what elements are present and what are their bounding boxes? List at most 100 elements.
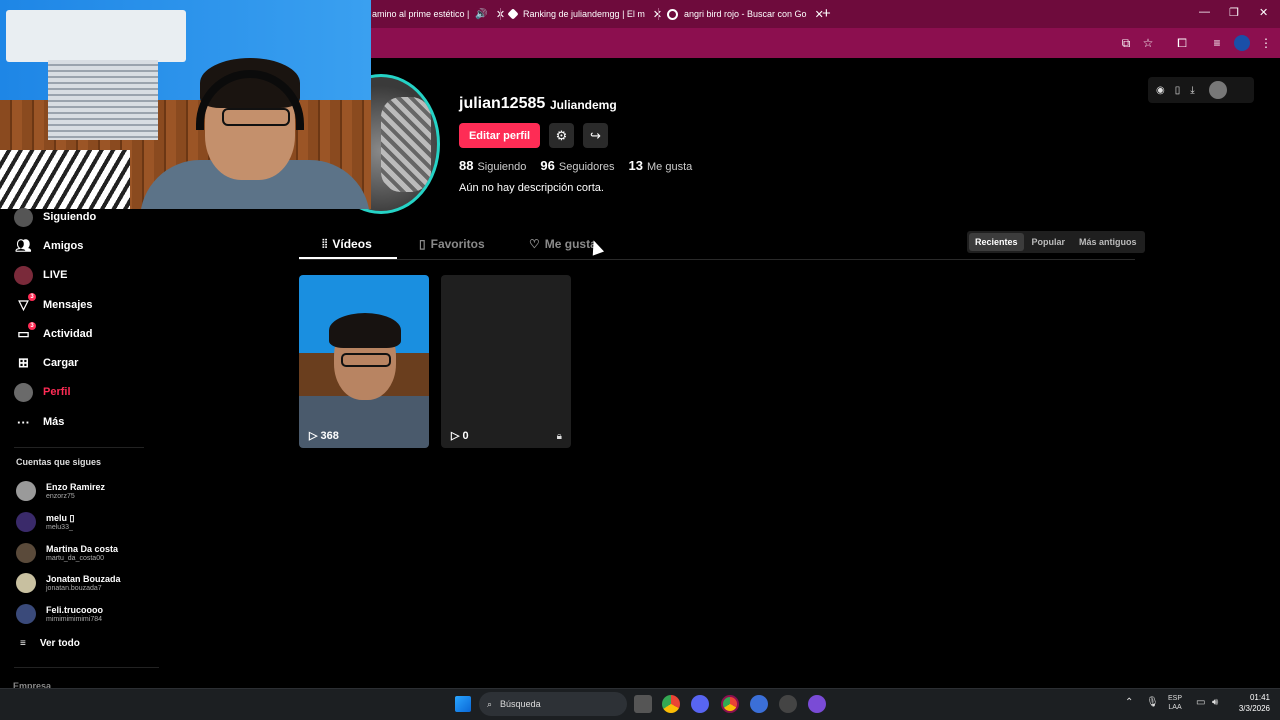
- avatar-image: [381, 97, 431, 192]
- gear-icon: ⚙: [555, 127, 568, 143]
- profile-username: julian12585: [459, 95, 546, 112]
- profile-avatar-icon[interactable]: [1234, 35, 1250, 51]
- sidebar-item-more[interactable]: ··· Más: [14, 411, 64, 433]
- video-card[interactable]: ▷ 368: [299, 275, 429, 448]
- avatar: [16, 573, 36, 593]
- followed-account[interactable]: Enzo Ramirez enzorz75: [16, 478, 105, 504]
- followed-account[interactable]: Feli.trucoooo mimimimimimi784: [16, 601, 103, 627]
- following-heading: Cuentas que sigues: [16, 457, 102, 467]
- tab-title: angri bird rojo - Buscar con Go: [684, 9, 807, 19]
- profile-icon: [14, 382, 33, 402]
- menu-dots-icon[interactable]: ⋮: [1258, 35, 1274, 51]
- browser-tab-2[interactable]: Ranking de juliandemgg | El m ✕: [503, 4, 668, 24]
- restore-icon[interactable]: ❐: [1229, 6, 1239, 19]
- followed-account[interactable]: melu ▯ melu33_: [16, 509, 74, 535]
- file-explorer-icon[interactable]: [634, 695, 652, 713]
- notification-badge: 3: [28, 321, 36, 330]
- obs-icon[interactable]: [808, 695, 826, 713]
- sidebar-item-profile[interactable]: Perfil: [14, 381, 71, 403]
- download-icon[interactable]: ⤓: [1190, 85, 1194, 96]
- upload-icon: ⊞: [18, 355, 29, 370]
- extensions-icon[interactable]: ⧠: [1174, 35, 1190, 51]
- language-indicator[interactable]: ESP LAA: [1168, 694, 1182, 712]
- notification-badge: 3: [28, 292, 36, 301]
- video-thumbnail-glasses: [341, 353, 391, 367]
- discord-icon[interactable]: [691, 695, 709, 713]
- sidebar-item-following[interactable]: Siguiendo: [14, 206, 96, 228]
- user-avatar[interactable]: [1208, 81, 1227, 99]
- system-clock[interactable]: 01:41 3/3/2026: [1230, 692, 1270, 714]
- chrome-active-icon[interactable]: [721, 695, 739, 713]
- video-card[interactable]: ▷ 0 🔒︎: [441, 275, 571, 448]
- tab-favorites[interactable]: ▯ Favoritos: [419, 230, 485, 258]
- bookmark-icon: ▯: [419, 237, 426, 251]
- avatar: [16, 512, 36, 532]
- close-window-icon[interactable]: ✕: [1259, 6, 1268, 19]
- webcam-air-conditioner: [6, 10, 186, 62]
- app-icon[interactable]: [779, 695, 797, 713]
- webcam-zebra-blanket: [0, 150, 130, 209]
- windows-start-icon[interactable]: [455, 696, 471, 712]
- friends-icon: 👥︎: [15, 238, 32, 253]
- sort-recent[interactable]: Recientes: [969, 233, 1024, 251]
- speaker-icon: 🔊: [475, 8, 488, 20]
- tab-videos[interactable]: ⦙⦙ Vídeos: [322, 230, 372, 258]
- video-thumbnail-hair: [329, 313, 401, 348]
- stat-likes: 13 Me gusta: [628, 158, 693, 173]
- browser-tab-3[interactable]: angri bird rojo - Buscar con Go ✕: [661, 4, 830, 24]
- sidebar-item-upload[interactable]: ⊞ Cargar: [14, 352, 78, 374]
- top-right-tools: ◉ ▯ ⤓: [1148, 77, 1254, 103]
- sidebar-item-messages[interactable]: ▽ 3 Mensajes: [14, 292, 93, 316]
- edit-profile-button[interactable]: Editar perfil: [459, 123, 540, 148]
- phone-icon[interactable]: ▯: [1175, 85, 1181, 96]
- sort-oldest[interactable]: Más antiguos: [1073, 233, 1143, 251]
- stat-followers[interactable]: 96 Seguidores: [540, 158, 614, 173]
- tab-liked[interactable]: ♡ Me gusta: [529, 230, 597, 258]
- new-tab-button[interactable]: +: [822, 5, 831, 22]
- star-icon[interactable]: ☆: [1140, 35, 1156, 51]
- sort-segmented-control: Recientes Popular Más antiguos: [967, 231, 1145, 253]
- stat-following[interactable]: 88 Siguiendo: [459, 158, 526, 173]
- sort-popular[interactable]: Popular: [1026, 233, 1072, 251]
- sidebar-item-friends[interactable]: 👥︎ Amigos: [14, 235, 83, 257]
- view-count: ▷ 0: [451, 429, 469, 443]
- tab-title: amino al prime estético |: [372, 9, 470, 19]
- chrome-icon[interactable]: [662, 695, 680, 713]
- followed-account[interactable]: Martina Da costa martu_da_costa00: [16, 540, 118, 566]
- see-all-button[interactable]: ≡ Ver todo: [20, 638, 80, 649]
- search-icon: ⌕: [487, 698, 493, 709]
- volume-icon[interactable]: 🔊︎: [1212, 698, 1218, 708]
- share-icon: ↪: [590, 127, 601, 143]
- tabs-divider: [299, 259, 1135, 260]
- sidebar-item-live[interactable]: LIVE: [14, 264, 67, 286]
- chevron-up-icon[interactable]: ⌃: [1125, 698, 1133, 708]
- tab-separator: [500, 8, 501, 20]
- avatar: [16, 604, 36, 624]
- sidebar-item-activity[interactable]: ▭ 3 Actividad: [14, 321, 93, 345]
- microphone-icon[interactable]: 🎙︎: [1146, 698, 1159, 708]
- profile-nickname: Juliandemg: [550, 98, 617, 112]
- vpn-icon[interactable]: [750, 695, 768, 713]
- share-button[interactable]: ↪: [583, 123, 608, 148]
- message-icon: ▽ 3: [14, 292, 36, 315]
- coins-icon[interactable]: ◉: [1156, 85, 1165, 96]
- play-icon: ▷: [451, 430, 460, 442]
- followed-account[interactable]: Jonatan Bouzada jonatan.bouzada7: [16, 570, 121, 596]
- webcam-glasses: [222, 108, 290, 126]
- settings-button[interactable]: ⚙: [549, 123, 574, 148]
- taskbar-search[interactable]: ⌕ Búsqueda: [479, 692, 627, 716]
- network-icon[interactable]: ▭: [1196, 698, 1205, 708]
- install-app-icon[interactable]: ⧉: [1118, 35, 1134, 51]
- live-icon: [14, 265, 33, 285]
- google-icon: [667, 8, 678, 20]
- grid-icon: ⦙⦙: [322, 236, 328, 251]
- avatar: [16, 481, 36, 501]
- browser-tab-1[interactable]: amino al prime estético | 🔊 ✕: [366, 4, 511, 24]
- sidebar-divider: [14, 447, 144, 448]
- minimize-icon[interactable]: —: [1199, 6, 1210, 18]
- following-icon: [14, 207, 33, 227]
- media-control-icon[interactable]: ≡: [1209, 35, 1225, 51]
- view-count: ▷ 368: [309, 429, 339, 443]
- more-icon: ···: [17, 414, 30, 430]
- diamond-icon: [507, 8, 519, 20]
